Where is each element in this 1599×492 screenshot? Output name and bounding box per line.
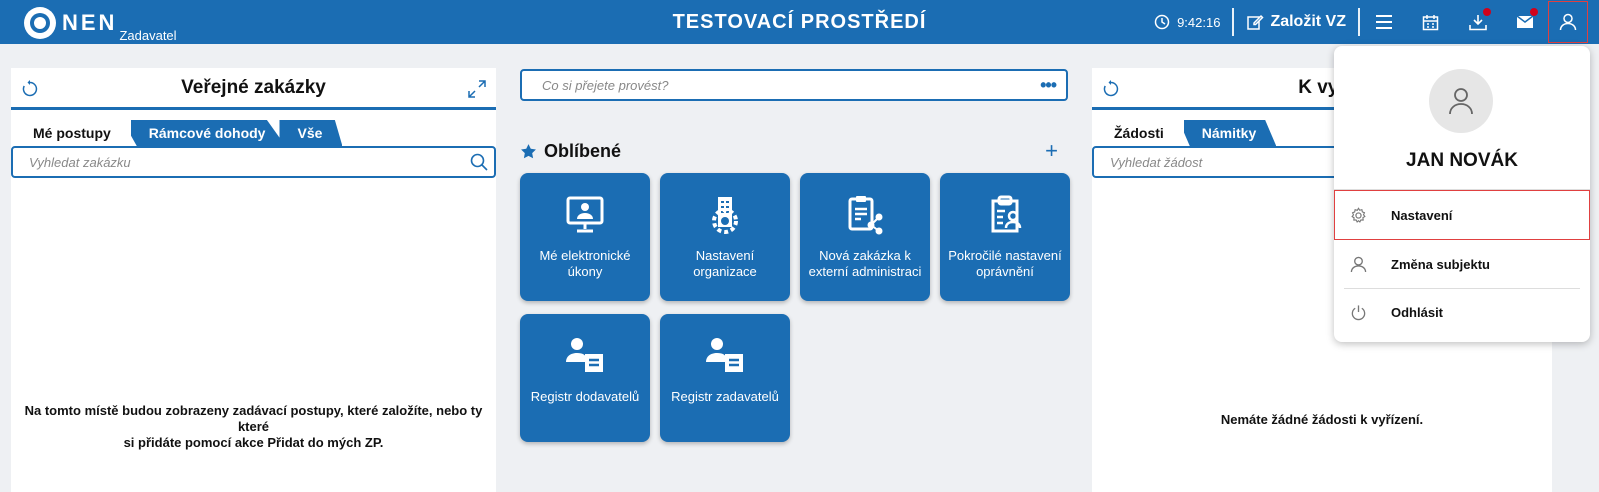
search-placeholder: Vyhledat zakázku — [29, 154, 131, 170]
monitor-user-icon — [566, 196, 604, 233]
mail-button[interactable] — [1501, 0, 1548, 44]
calendar-icon — [1422, 14, 1439, 30]
tile-label: Registr zadavatelů — [664, 389, 786, 405]
tab-requests[interactable]: Žádosti — [1096, 120, 1190, 146]
header-actions: 9:42:16 Založit VZ — [1154, 0, 1599, 44]
public-contracts-panel: Veřejné zakázky Mé postupy Rámcové dohod… — [11, 68, 496, 492]
avatar — [1429, 69, 1493, 133]
refresh-icon[interactable] — [1102, 80, 1120, 98]
tile-label: Mé elektronické úkony — [524, 248, 646, 280]
menu-item-change-subject[interactable]: Změna subjektu — [1334, 239, 1590, 289]
download-button[interactable] — [1454, 0, 1501, 44]
menu-item-logout[interactable]: Odhlásit — [1334, 287, 1590, 337]
calendar-button[interactable] — [1407, 0, 1454, 44]
user-icon — [1559, 13, 1577, 31]
tile-label: Nastavení organizace — [664, 248, 786, 280]
environment-title: TESTOVACÍ PROSTŘEDÍ — [672, 11, 927, 33]
tab-framework-agreements[interactable]: Rámcové dohody — [130, 120, 286, 146]
search-icon[interactable] — [470, 153, 488, 171]
logo-text: NEN — [62, 10, 118, 35]
tab-my-procedures[interactable]: Mé postupy — [15, 120, 137, 146]
user-list-icon — [566, 338, 603, 372]
empty-procedures-message: Na tomto místě budou zobrazeny zadávací … — [11, 403, 496, 451]
tile-label-line: Registr dodavatelů — [530, 389, 640, 404]
menu-item-label: Odhlásit — [1391, 304, 1444, 320]
clipboard-user-icon — [991, 195, 1022, 233]
tile-supplier-registry[interactable]: Registr dodavatelů — [520, 314, 650, 442]
header-divider — [1232, 8, 1235, 36]
tile-label-line: organizace — [693, 264, 757, 279]
favorites-label: Oblíbené — [544, 140, 622, 161]
session-clock: 9:42:16 — [1154, 14, 1220, 30]
tile-label-line: oprávnění — [976, 264, 1034, 279]
contract-tabs: Mé postupy Rámcové dohody Vše — [11, 120, 496, 146]
star-icon — [521, 143, 536, 158]
clock-time: 9:42:16 — [1177, 14, 1221, 30]
user-dropdown-menu: JAN NOVÁK Nastavení Změna subjektu Odhlá… — [1334, 46, 1590, 342]
user-list-icon — [706, 338, 743, 372]
menu-item-label: Změna subjektu — [1391, 256, 1490, 272]
create-vz-button[interactable]: Založit VZ — [1234, 13, 1358, 31]
tile-new-external-contract[interactable]: Nová zakázka k externí administraci — [800, 173, 930, 301]
tab-objections[interactable]: Námitky — [1183, 120, 1277, 146]
mail-icon — [1516, 15, 1533, 28]
power-icon — [1351, 304, 1366, 320]
logo-icon — [24, 7, 56, 39]
refresh-icon[interactable] — [21, 80, 39, 98]
empty-message-line: si přidáte pomocí akce Přidat do mých ZP… — [123, 435, 384, 450]
command-input[interactable]: Co si přejete provést? ••• — [520, 69, 1068, 101]
more-options-icon[interactable]: ••• — [1040, 75, 1057, 96]
empty-message-line: Na tomto místě budou zobrazeny zadávací … — [24, 403, 483, 434]
download-notification-dot — [1483, 8, 1491, 16]
tile-my-electronic-acts[interactable]: Mé elektronické úkony — [520, 173, 650, 301]
menu-item-settings[interactable]: Nastavení — [1334, 190, 1590, 240]
tile-label-line: externí administraci — [808, 264, 922, 279]
menu-item-label: Nastavení — [1391, 207, 1453, 223]
tab-all[interactable]: Vše — [279, 120, 343, 146]
user-menu-button[interactable] — [1548, 1, 1588, 43]
tile-advanced-permissions[interactable]: Pokročilé nastavení oprávnění — [940, 173, 1070, 301]
expand-icon[interactable] — [468, 80, 486, 98]
tile-label: Nová zakázka k externí administraci — [804, 248, 926, 280]
tile-label-line: úkony — [567, 264, 603, 279]
tile-label: Registr dodavatelů — [524, 389, 646, 405]
tile-label-line: Registr zadavatelů — [671, 389, 779, 404]
logo-subtitle: Zadavatel — [119, 28, 177, 43]
clock-icon — [1154, 14, 1170, 30]
add-favorite-button[interactable]: + — [1045, 138, 1058, 164]
tile-organization-settings[interactable]: Nastavení organizace — [660, 173, 790, 301]
menu-button[interactable] — [1360, 0, 1407, 44]
nen-logo[interactable]: NEN Zadavatel — [24, 5, 177, 43]
user-icon — [1350, 256, 1367, 272]
tile-contracting-registry[interactable]: Registr zadavatelů — [660, 314, 790, 442]
menu-icon — [1375, 15, 1392, 29]
document-share-icon — [848, 196, 883, 235]
download-icon — [1468, 14, 1487, 30]
tile-label-line: Mé elektronické — [539, 248, 631, 263]
gear-icon — [1351, 206, 1366, 223]
create-vz-label: Založit VZ — [1270, 13, 1346, 30]
user-name: JAN NOVÁK — [1406, 150, 1518, 171]
building-gear-icon — [712, 197, 738, 234]
panel-title: Veřejné zakázky — [181, 76, 326, 98]
empty-requests-message: Nemáte žádné žádosti k vyřízení. — [1220, 412, 1424, 427]
command-placeholder: Co si přejete provést? — [542, 77, 669, 93]
tile-label-line: Nová zakázka k — [819, 248, 911, 263]
tile-label: Pokročilé nastavení oprávnění — [944, 248, 1066, 280]
tile-label-line: Nastavení — [695, 248, 755, 263]
user-icon — [1449, 88, 1473, 115]
contract-search-input[interactable]: Vyhledat zakázku — [11, 146, 496, 178]
search-placeholder: Vyhledat žádost — [1110, 154, 1203, 170]
tile-label-line: Pokročilé nastavení — [948, 248, 1062, 263]
favorites-title: Oblíbené — [520, 141, 621, 162]
top-header: NEN Zadavatel TESTOVACÍ PROSTŘEDÍ 9:42:1… — [0, 0, 1599, 44]
favorites-header: Oblíbené + — [520, 138, 1068, 164]
edit-icon — [1247, 14, 1264, 30]
mail-notification-dot — [1530, 8, 1538, 16]
panel-header: Veřejné zakázky — [11, 68, 496, 110]
